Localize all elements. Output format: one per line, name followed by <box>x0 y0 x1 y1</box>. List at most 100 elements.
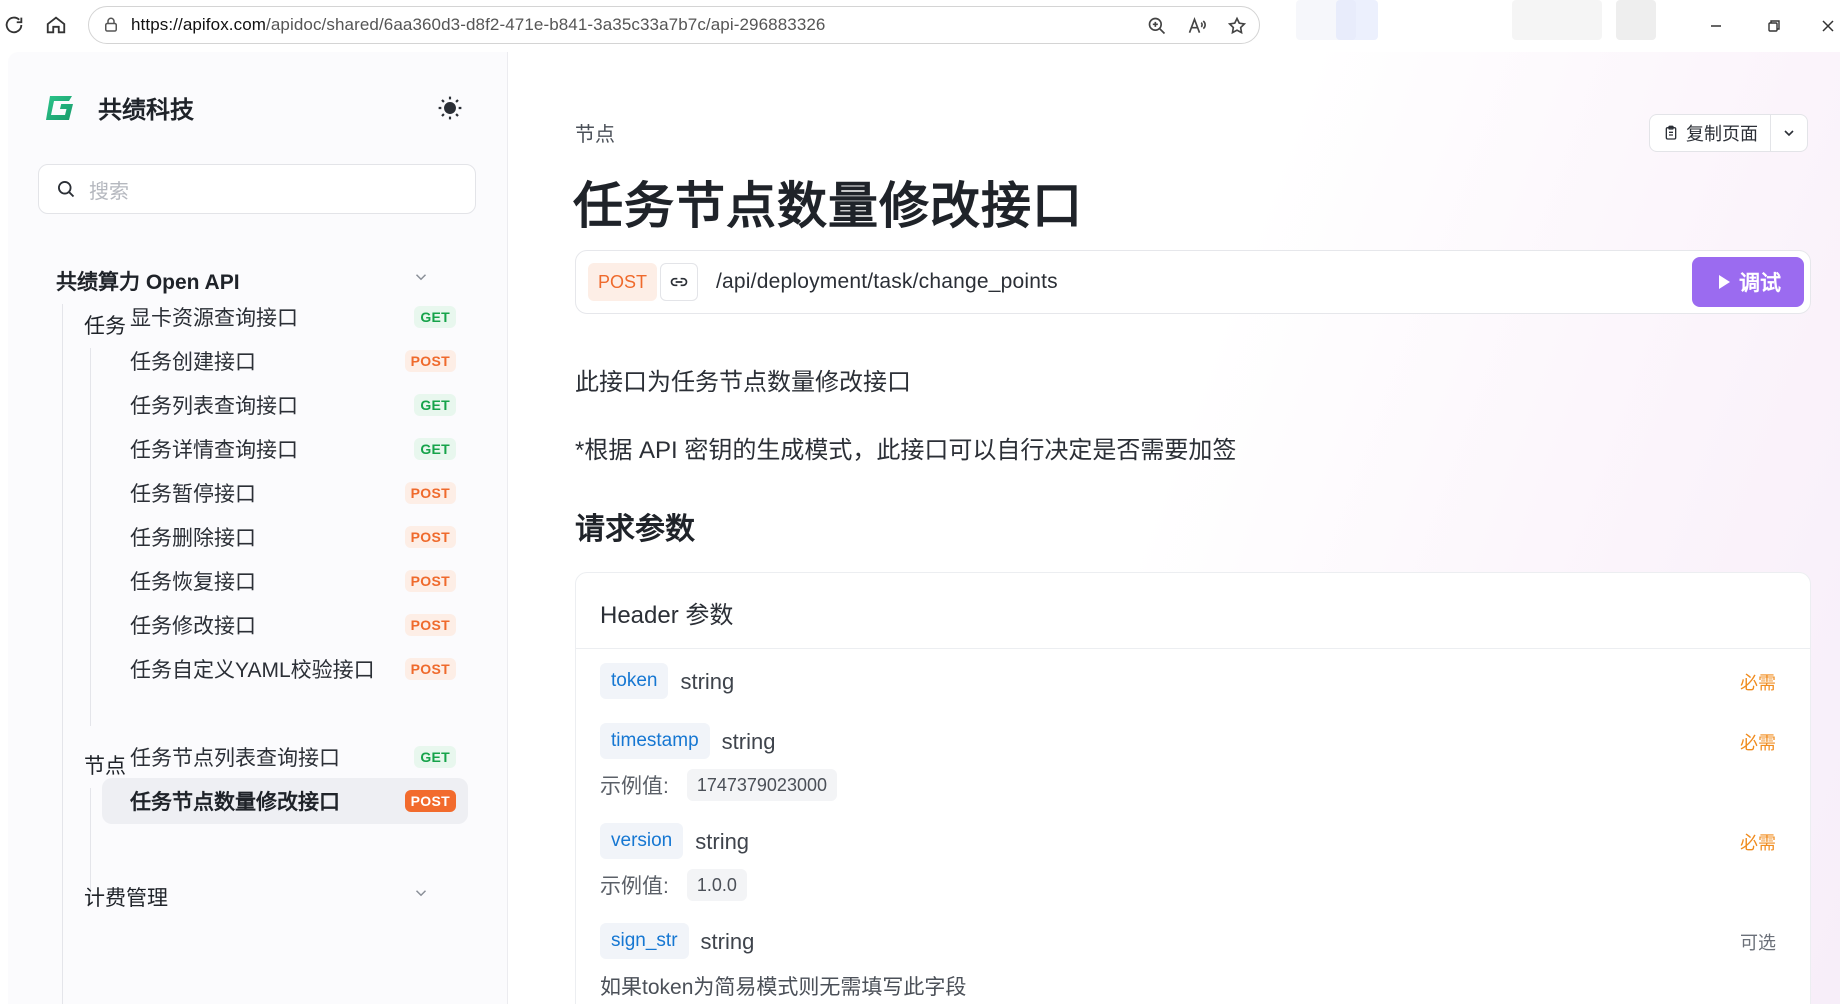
method-badge: POST <box>404 658 456 680</box>
method-badge: GET <box>414 394 456 416</box>
api-description: 此接口为任务节点数量修改接口 <box>575 369 911 396</box>
brand-logo-icon <box>44 93 76 123</box>
param-name[interactable]: token <box>600 663 669 699</box>
method-badge: GET <box>414 306 456 328</box>
browser-toolbar: https://apifox.com/apidoc/shared/6aa360d… <box>0 0 1840 50</box>
param-name[interactable]: version <box>600 823 684 859</box>
main-content: 节点 复制页面 任务节点数量修改接口 POST /api/deployment/… <box>509 52 1840 1004</box>
blurred-extension-icon <box>1336 0 1378 40</box>
example-label: 示例值: <box>600 875 669 898</box>
param-note: 如果token为简易模式则无需填写此字段 <box>600 976 967 999</box>
tree-root-label: 共绩算力 Open API <box>56 271 240 294</box>
param-name[interactable]: timestamp <box>600 723 710 759</box>
method-badge: POST <box>404 482 456 504</box>
sidebar-item-label: 任务删除接口 <box>130 527 256 550</box>
copy-link-icon[interactable] <box>660 263 698 301</box>
method-badge: POST <box>404 570 456 592</box>
param-type: string <box>721 728 776 754</box>
search-icon <box>55 178 77 200</box>
sidebar-item-task-yaml-validate[interactable]: 任务自定义YAML校验接口 POST <box>102 646 468 692</box>
tree-guide-line-task <box>90 348 91 726</box>
api-signing-note: *根据 API 密钥的生成模式，此接口可以自行决定是否需要加签 <box>575 437 1237 464</box>
sidebar-item-task-resume[interactable]: 任务恢复接口 POST <box>102 558 468 604</box>
sidebar-item-node-count-modify[interactable]: 任务节点数量修改接口 POST <box>102 778 468 824</box>
favorite-star-icon[interactable] <box>1225 14 1249 38</box>
url-path: /apidoc/shared/6aa360d3-d8f2-471e-b841-3… <box>266 15 826 34</box>
brand[interactable]: 共绩科技 <box>44 90 194 125</box>
sidebar-item-gpu-query[interactable]: 显卡资源查询接口 GET <box>102 294 468 340</box>
param-name[interactable]: sign_str <box>600 923 689 959</box>
param-type: string <box>700 928 755 954</box>
param-type: string <box>695 828 750 854</box>
sidebar-item-label: 任务创建接口 <box>130 351 256 374</box>
sidebar-item-task-detail[interactable]: 任务详情查询接口 GET <box>102 426 468 472</box>
method-badge: POST <box>404 526 456 548</box>
example-value: 1747379023000 <box>686 769 837 801</box>
sidebar: 共绩科技 搜索 共绩算力 Open API 任务 显卡资源查询接口 GET 任务创… <box>8 52 508 1004</box>
url-text: https://apifox.com/apidoc/shared/6aa360d… <box>131 15 826 35</box>
example-value: 1.0.0 <box>686 869 747 901</box>
example-label: 示例值: <box>600 775 669 798</box>
address-bar[interactable]: https://apifox.com/apidoc/shared/6aa360d… <box>88 6 1260 44</box>
param-example: 示例值: 1.0.0 <box>600 869 1790 901</box>
param-required: 必需 <box>1740 833 1776 853</box>
param-required: 必需 <box>1740 733 1776 753</box>
refresh-icon[interactable] <box>0 11 28 39</box>
restore-icon[interactable] <box>1762 14 1786 38</box>
sidebar-item-task-delete[interactable]: 任务删除接口 POST <box>102 514 468 560</box>
endpoint-path[interactable]: /api/deployment/task/change_points <box>716 270 1058 294</box>
method-badge: POST <box>404 614 456 636</box>
method-badge: POST <box>404 790 456 812</box>
sidebar-item-task-create[interactable]: 任务创建接口 POST <box>102 338 468 384</box>
card-divider <box>576 648 1810 649</box>
copy-options-chevron-down-icon[interactable] <box>1771 115 1807 151</box>
sidebar-item-label: 任务列表查询接口 <box>130 395 298 418</box>
sidebar-item-label: 任务详情查询接口 <box>130 439 298 462</box>
param-type: string <box>680 668 735 694</box>
site-info-icon[interactable] <box>101 15 121 35</box>
tree-group-billing[interactable]: 计费管理 <box>84 882 168 912</box>
sidebar-item-task-modify[interactable]: 任务修改接口 POST <box>102 602 468 648</box>
search-placeholder: 搜索 <box>89 180 129 203</box>
zoom-icon[interactable] <box>1145 14 1169 38</box>
param-required: 必需 <box>1740 673 1776 693</box>
minimize-icon[interactable] <box>1704 14 1728 38</box>
search-box[interactable]: 搜索 <box>38 164 476 214</box>
sidebar-item-label: 任务修改接口 <box>130 615 256 638</box>
root-chevron-down-icon[interactable] <box>412 268 430 286</box>
read-aloud-icon[interactable] <box>1185 14 1209 38</box>
breadcrumb[interactable]: 节点 <box>575 118 615 147</box>
sidebar-item-node-list[interactable]: 任务节点列表查询接口 GET <box>102 734 468 780</box>
sidebar-item-task-pause[interactable]: 任务暂停接口 POST <box>102 470 468 516</box>
method-badge: POST <box>404 350 456 372</box>
method-badge: GET <box>414 438 456 460</box>
url-host: https://apifox.com <box>131 15 267 34</box>
debug-button[interactable]: 调试 <box>1692 257 1804 307</box>
brand-name: 共绩科技 <box>98 97 194 124</box>
blurred-profile-icon <box>1616 0 1656 40</box>
copy-page-button[interactable]: 复制页面 <box>1650 115 1771 151</box>
billing-chevron-down-icon[interactable] <box>412 884 430 902</box>
home-icon[interactable] <box>42 11 70 39</box>
theme-toggle-sun-icon[interactable] <box>434 92 466 124</box>
param-row-token: token string 必需 <box>600 663 1790 699</box>
sidebar-item-label: 任务节点数量修改接口 <box>130 791 340 814</box>
copy-page-label: 复制页面 <box>1686 124 1758 144</box>
sidebar-item-task-list[interactable]: 任务列表查询接口 GET <box>102 382 468 428</box>
tree-root-open-api[interactable]: 共绩算力 Open API <box>56 266 240 296</box>
blurred-profile-area <box>1512 0 1602 40</box>
tree-group-billing-label: 计费管理 <box>84 887 168 910</box>
clipboard-icon <box>1662 124 1680 142</box>
param-optional: 可选 <box>1740 933 1776 953</box>
sidebar-item-label: 任务自定义YAML校验接口 <box>130 659 375 682</box>
param-row-version: version string 必需 示例值: 1.0.0 <box>600 823 1790 901</box>
close-window-icon[interactable] <box>1816 14 1840 38</box>
page-title: 任务节点数量修改接口 <box>573 178 1083 234</box>
endpoint-bar: POST /api/deployment/task/change_points … <box>575 250 1811 314</box>
tree-guide-line-root <box>62 304 63 1004</box>
method-badge: GET <box>414 746 456 768</box>
param-row-timestamp: timestamp string 必需 示例值: 1747379023000 <box>600 723 1790 801</box>
header-params-title: Header 参数 <box>600 602 734 629</box>
http-method-badge: POST <box>588 263 658 301</box>
request-params-title: 请求参数 <box>575 513 695 546</box>
